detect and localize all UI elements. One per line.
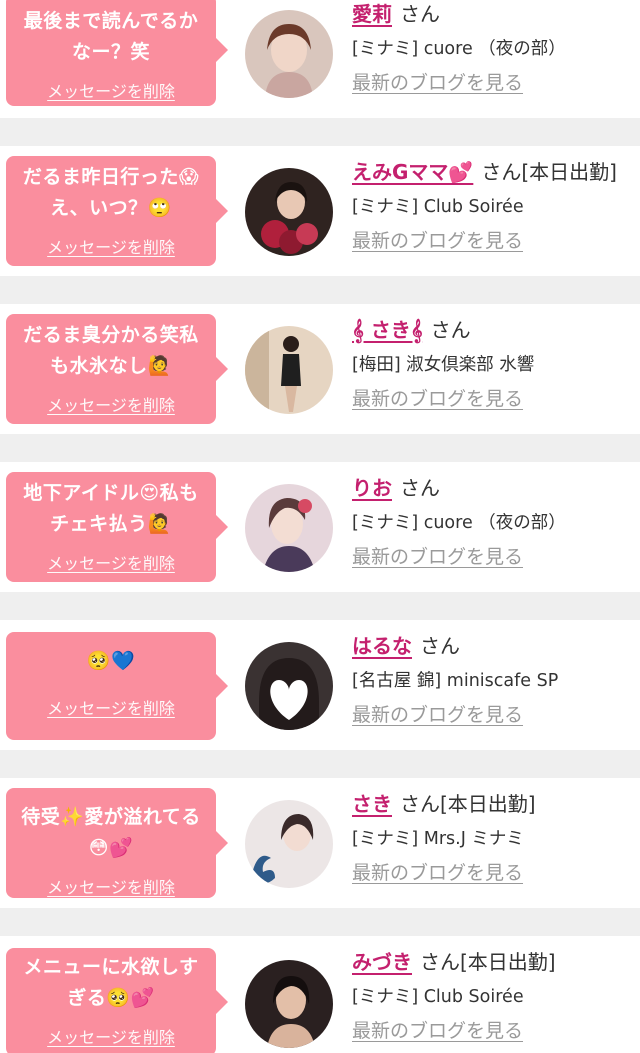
avatar-photo <box>245 326 333 414</box>
honorific: さん <box>481 160 522 184</box>
delete-message-link[interactable]: メッセージを削除 <box>6 234 216 258</box>
latest-blog-link[interactable]: 最新のブログを見る <box>352 386 523 412</box>
latest-blog-link[interactable]: 最新のブログを見る <box>352 228 523 254</box>
delete-message-link[interactable]: メッセージを削除 <box>6 550 216 574</box>
message-text: 待受✨愛が溢れてる😳💕 <box>21 806 201 859</box>
list-item: 🥺💙 メッセージを削除 はるな さん [名古屋 錦] miniscafe SP 最… <box>0 620 640 750</box>
message-bubble: だるま臭分かる笑私も水氷なし🙋 メッセージを削除 <box>6 314 228 424</box>
avatar[interactable] <box>245 10 333 98</box>
honorific: さん <box>430 318 471 342</box>
latest-blog-link[interactable]: 最新のブログを見る <box>352 702 523 728</box>
latest-blog-link[interactable]: 最新のブログを見る <box>352 544 523 570</box>
status-badge: [本日出勤] <box>460 950 556 974</box>
status-badge: [本日出勤] <box>521 160 617 184</box>
girl-name-link[interactable]: りお <box>352 476 392 500</box>
latest-blog-link[interactable]: 最新のブログを見る <box>352 860 523 886</box>
girl-name-link[interactable]: はるな <box>352 634 412 658</box>
girl-name-link[interactable]: 𝄞 さき𝄞 <box>352 318 423 342</box>
avatar-photo <box>245 484 333 572</box>
delete-message-link[interactable]: メッセージを削除 <box>6 392 216 416</box>
store-label: [ミナミ] Club Soirée <box>352 987 524 1007</box>
list-item: 最後まで読んでるかなー？笑 メッセージを削除 愛莉 さん [ミナミ] cuore … <box>0 0 640 118</box>
delete-message-link[interactable]: メッセージを削除 <box>6 78 216 102</box>
latest-blog-link[interactable]: 最新のブログを見る <box>352 70 523 96</box>
store-label: [ミナミ] Mrs.J ミナミ <box>352 829 524 849</box>
latest-blog-link[interactable]: 最新のブログを見る <box>352 1018 523 1044</box>
avatar[interactable] <box>245 642 333 730</box>
list-item: 地下アイドル😍私もチェキ払う🙋 メッセージを削除 りお さん [ミナミ] cuor… <box>0 462 640 592</box>
delete-message-link[interactable]: メッセージを削除 <box>6 874 216 898</box>
store-label: [ミナミ] cuore （夜の部） <box>352 39 566 59</box>
message-bubble: メニューに水欲しすぎる🥺💕 メッセージを削除 <box>6 948 228 1053</box>
girl-name-link[interactable]: 愛莉 <box>352 2 392 26</box>
message-text: 最後まで読んでるかなー？笑 <box>23 10 199 63</box>
message-bubble: 最後まで読んでるかなー？笑 メッセージを削除 <box>6 0 228 106</box>
avatar-photo <box>245 10 333 98</box>
message-bubble: 🥺💙 メッセージを削除 <box>6 632 228 740</box>
avatar[interactable] <box>245 168 333 256</box>
honorific: さん <box>420 950 460 974</box>
avatar[interactable] <box>245 484 333 572</box>
list-item: メニューに水欲しすぎる🥺💕 メッセージを削除 みづき さん[本日出勤] [ミナミ]… <box>0 936 640 1053</box>
message-bubble: 待受✨愛が溢れてる😳💕 メッセージを削除 <box>6 788 228 898</box>
list-item: 待受✨愛が溢れてる😳💕 メッセージを削除 さき さん[本日出勤] [ミナミ] Mr… <box>0 778 640 908</box>
message-bubble: 地下アイドル😍私もチェキ払う🙋 メッセージを削除 <box>6 472 228 582</box>
message-text: だるま臭分かる笑私も水氷なし🙋 <box>23 324 199 377</box>
girl-name-link[interactable]: みづき <box>352 950 412 974</box>
message-bubble: だるま昨日行った😱え、いつ？🙄 メッセージを削除 <box>6 156 228 266</box>
honorific: さん <box>420 634 460 658</box>
store-label: [ミナミ] cuore （夜の部） <box>352 513 566 533</box>
avatar-photo <box>245 960 333 1048</box>
delete-message-link[interactable]: メッセージを削除 <box>6 695 216 719</box>
honorific: さん <box>400 476 440 500</box>
list-item: だるま昨日行った😱え、いつ？🙄 メッセージを削除 えみGママ💕 さん[本日出勤] … <box>0 146 640 276</box>
avatar-photo <box>245 168 333 256</box>
girl-name-link[interactable]: さき <box>352 792 392 816</box>
avatar-photo <box>245 642 333 730</box>
avatar[interactable] <box>245 326 333 414</box>
store-label: [梅田] 淑女倶楽部 水響 <box>352 355 535 375</box>
honorific: さん <box>400 2 440 26</box>
avatar[interactable] <box>245 960 333 1048</box>
message-text: 🥺💙 <box>86 650 136 672</box>
message-text: だるま昨日行った😱え、いつ？🙄 <box>22 166 200 219</box>
delete-message-link[interactable]: メッセージを削除 <box>6 1024 216 1048</box>
avatar[interactable] <box>245 800 333 888</box>
store-label: [ミナミ] Club Soirée <box>352 197 524 217</box>
status-badge: [本日出勤] <box>440 792 536 816</box>
honorific: さん <box>400 792 440 816</box>
message-text: 地下アイドル😍私もチェキ払う🙋 <box>23 482 199 535</box>
message-text: メニューに水欲しすぎる🥺💕 <box>23 956 199 1009</box>
list-item: だるま臭分かる笑私も水氷なし🙋 メッセージを削除 𝄞 さき𝄞 さん [梅田] 淑女… <box>0 304 640 434</box>
avatar-photo <box>245 800 333 888</box>
girl-name-link[interactable]: えみGママ💕 <box>352 160 473 184</box>
store-label: [名古屋 錦] miniscafe SP <box>352 671 559 691</box>
